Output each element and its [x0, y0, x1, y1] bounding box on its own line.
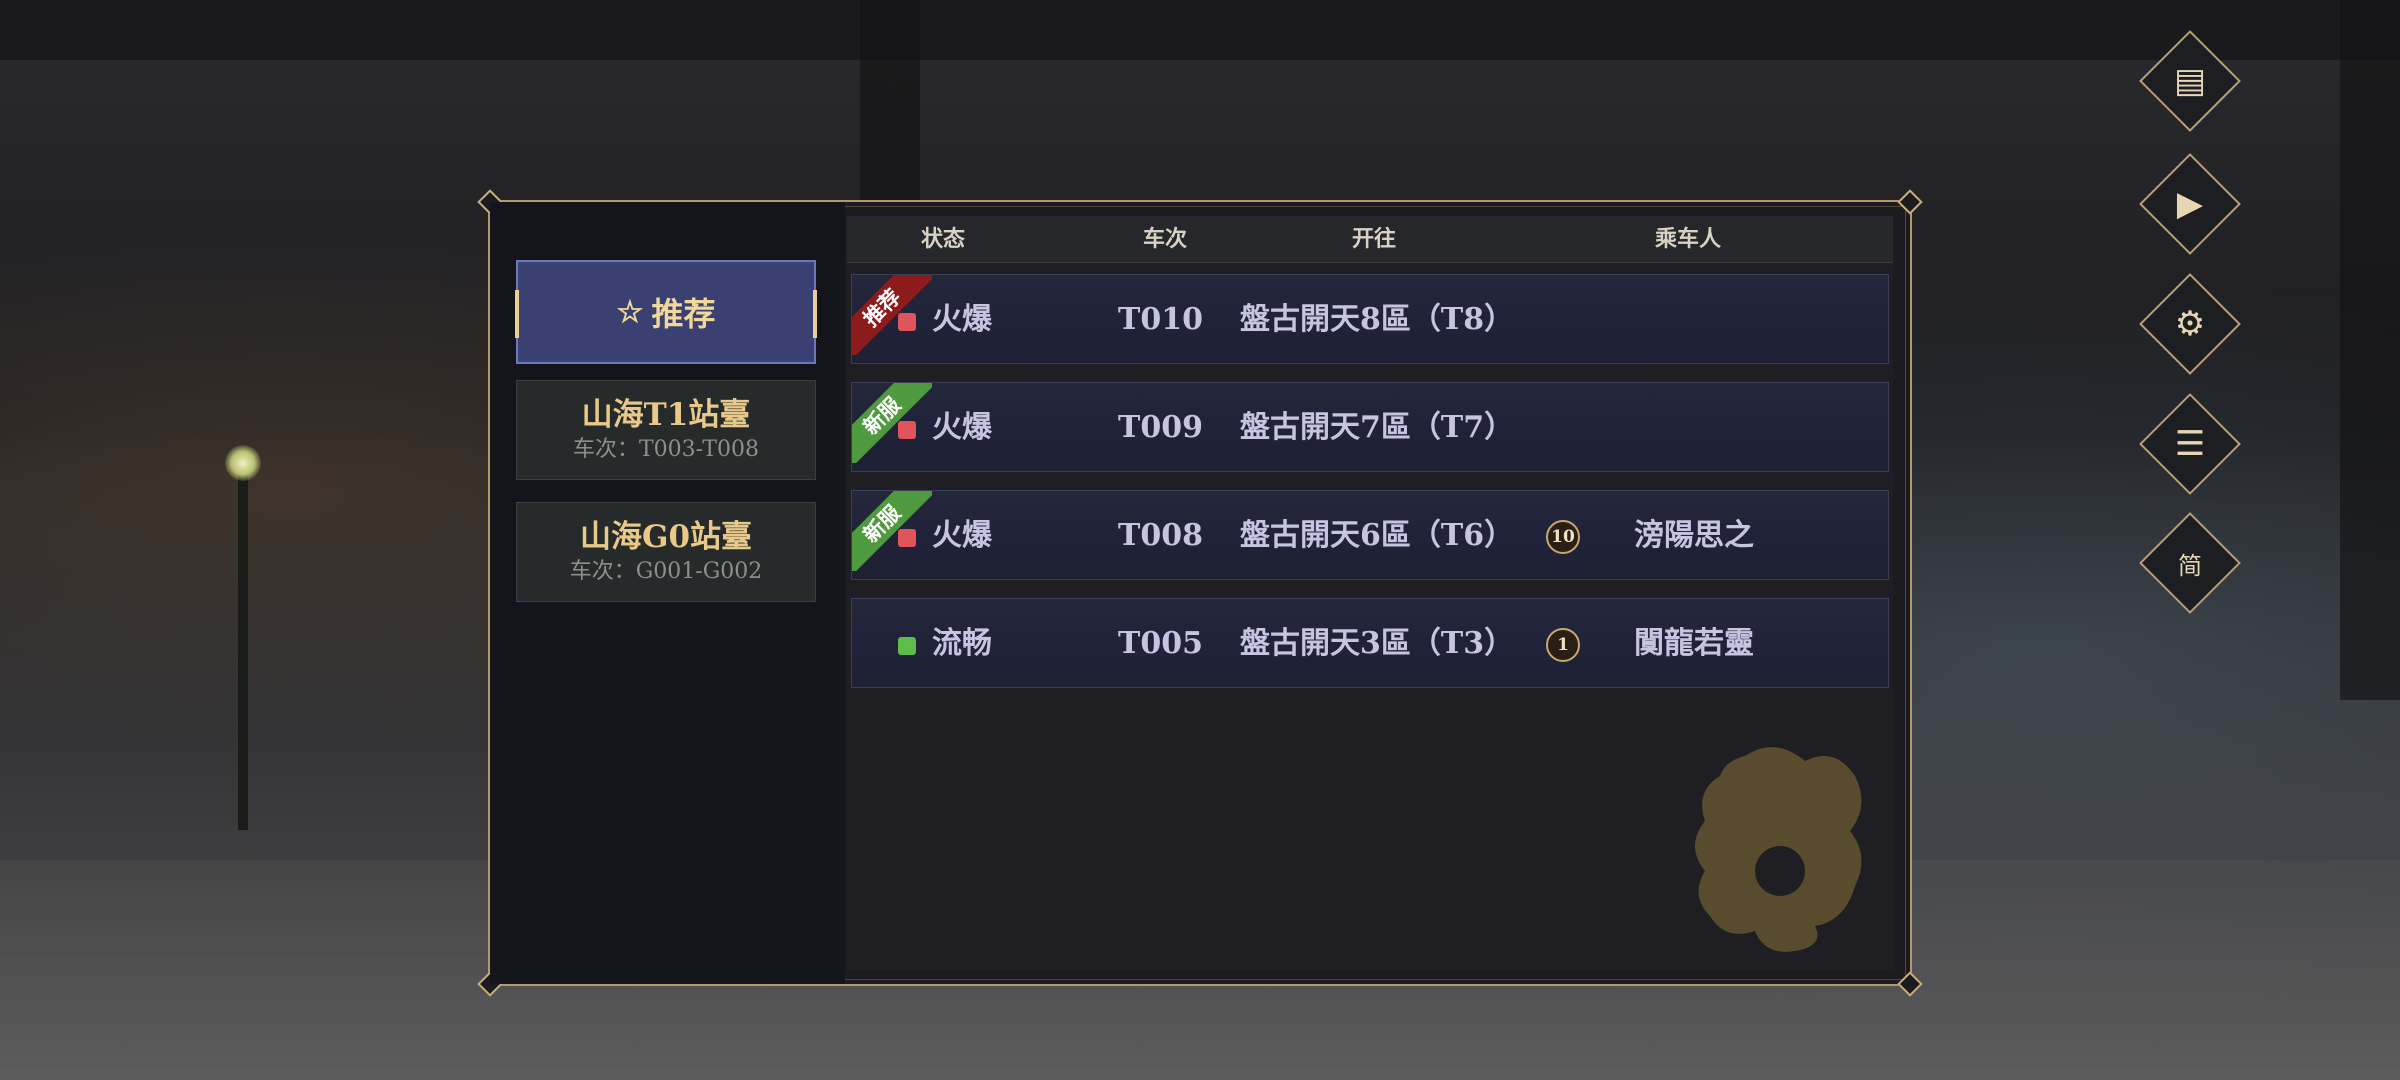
server-group-name: 山海G0站臺 [579, 519, 753, 555]
destination-name: 盤古開天3區（T3） [1240, 626, 1515, 661]
tab-server-group-t1[interactable]: 山海T1站臺 车次：T003-T008 [516, 380, 816, 480]
status-dot [898, 637, 916, 655]
passenger-name: 滂陽思之 [1634, 518, 1754, 553]
status-text: 火爆 [932, 410, 992, 445]
background-lamp [225, 445, 261, 481]
destination-name: 盤古開天7區（T7） [1240, 410, 1515, 445]
profile-button[interactable]: ☰ [2139, 393, 2241, 495]
corner-ornament [1897, 189, 1923, 215]
tab-recommended-label: 推荐 [651, 295, 716, 333]
server-list: 状态 车次 开往 乘车人 推荐 火爆 T010 盤古開天8區（T8） 新服 火爆… [847, 216, 1893, 970]
video-icon: ▶ [2176, 184, 2204, 224]
passenger-name: 闃龍若靈 [1634, 626, 1754, 661]
train-number: T009 [1118, 410, 1203, 445]
header-status: 状态 [921, 226, 966, 252]
server-select-panel: ☆ 推荐 山海T1站臺 车次：T003-T008 山海G0站臺 车次：G001-… [477, 189, 1923, 997]
beast-emblem-icon [1695, 747, 1862, 952]
status-dot [898, 421, 916, 439]
background-pillar [860, 0, 920, 200]
language-button[interactable]: 简 [2139, 512, 2241, 614]
status-text: 火爆 [932, 518, 992, 553]
repair-icon: ⚙ [2174, 304, 2206, 344]
server-group-range: 车次：T003-T008 [573, 437, 759, 462]
server-group-sidebar: ☆ 推荐 山海T1站臺 车次：T003-T008 山海G0站臺 车次：G001-… [490, 202, 845, 984]
train-number: T008 [1118, 518, 1203, 553]
background-lamp-post [238, 470, 248, 830]
header-train: 车次 [1143, 226, 1188, 252]
server-row[interactable]: 推荐 火爆 T010 盤古開天8區（T8） [851, 274, 1889, 364]
new-server-ribbon: 新服 [852, 383, 932, 463]
server-list-header: 状态 车次 开往 乘车人 [847, 216, 1893, 263]
tab-server-group-g0[interactable]: 山海G0站臺 车次：G001-G002 [516, 502, 816, 602]
notice-icon: ▤ [2173, 61, 2207, 101]
status-dot [898, 313, 916, 331]
background-pillar [2340, 0, 2400, 700]
profile-icon: ☰ [2174, 424, 2206, 464]
video-button[interactable]: ▶ [2139, 153, 2241, 255]
status-text: 流畅 [932, 626, 992, 661]
destination-name: 盤古開天6區（T6） [1240, 518, 1515, 553]
server-group-name: 山海T1站臺 [581, 397, 751, 433]
server-row[interactable]: 新服 火爆 T009 盤古開天7區（T7） [851, 382, 1889, 472]
recommend-ribbon: 推荐 [852, 275, 932, 355]
header-passenger: 乘车人 [1655, 226, 1722, 252]
destination-name: 盤古開天8區（T8） [1240, 302, 1515, 337]
status-dot [898, 529, 916, 547]
train-number: T010 [1118, 302, 1203, 337]
language-icon: 简 [2178, 551, 2202, 580]
header-destination: 开往 [1352, 226, 1397, 252]
background-beam [0, 0, 2400, 60]
tab-recommended[interactable]: ☆ 推荐 [515, 260, 817, 364]
server-row[interactable]: 流畅 T005 盤古開天3區（T3） 1 闃龍若靈 [851, 598, 1889, 688]
repair-button[interactable]: ⚙ [2139, 273, 2241, 375]
character-level-badge: 1 [1546, 628, 1580, 662]
character-level-badge: 10 [1546, 520, 1580, 554]
new-server-ribbon: 新服 [852, 491, 932, 571]
server-row[interactable]: 新服 火爆 T008 盤古開天6區（T6） 10 滂陽思之 [851, 490, 1889, 580]
status-text: 火爆 [932, 302, 992, 337]
star-icon: ☆ [616, 294, 644, 330]
server-group-range: 车次：G001-G002 [569, 559, 763, 584]
train-number: T005 [1118, 626, 1203, 661]
